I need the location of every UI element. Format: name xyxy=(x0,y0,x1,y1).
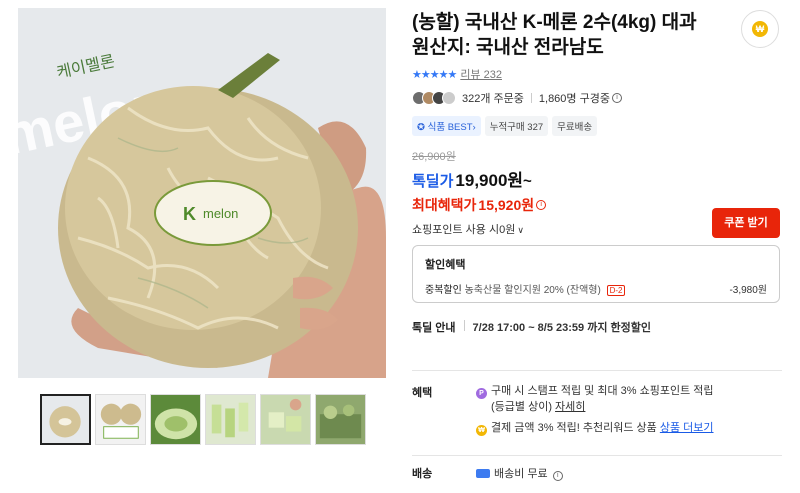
main-product-image[interactable]: 케이멜론 melon K melon xyxy=(18,8,386,378)
deal-info-label: 톡딜 안내 xyxy=(412,322,456,334)
rating-row: ★★★★★ 리뷰 232 xyxy=(412,66,782,82)
discount-row-label: 중복할인 xyxy=(425,285,462,296)
discount-day-badge: D-2 xyxy=(606,285,626,296)
benefit-details-link[interactable]: 자세히 xyxy=(555,401,585,413)
review-count-link[interactable]: 리뷰 232 xyxy=(460,66,502,82)
benefit-points-note: (등급별 상이) xyxy=(491,401,552,413)
thumbnail-4[interactable] xyxy=(205,394,256,445)
deal-price-suffix: ~ xyxy=(523,173,532,190)
deal-info-period: 7/28 17:00 ~ 8/5 23:59 까지 한정할인 xyxy=(472,322,651,334)
thumbnail-3[interactable] xyxy=(150,394,201,445)
deal-price-label: 톡딜가 xyxy=(412,173,454,190)
benefit-line-points-sub: (등급별 상이) 자세히 xyxy=(476,400,776,414)
discount-box: 할인혜택 중복할인 농축산물 할인지원 20% (잔액형) D-2 -3,980… xyxy=(412,245,780,303)
shipping-fee-text: 배송비 무료 xyxy=(494,468,548,480)
thumbnail-2[interactable] xyxy=(95,394,146,445)
info-icon[interactable]: i xyxy=(611,93,622,103)
product-info-panel: (농할) 국내산 K-메론 2수(4kg) 대과 원산지: 국내산 전라남도 ★… xyxy=(412,10,782,335)
max-benefit-price: 15,920원 xyxy=(478,197,535,213)
divider xyxy=(530,93,532,103)
benefit-line-points: P 구매 시 스탬프 적립 및 최대 3% 쇼핑포인트 적립 xyxy=(476,384,776,399)
shipping-value: 배송비 무료 i xyxy=(476,465,563,481)
melon-photo: 케이멜론 melon K melon xyxy=(18,8,386,378)
svg-text:K: K xyxy=(183,204,196,224)
benefit-points-text: 구매 시 스탬프 적립 및 최대 3% 쇼핑포인트 적립 xyxy=(491,385,714,397)
star-rating-icon: ★★★★★ xyxy=(412,68,457,81)
product-title: (농할) 국내산 K-메론 2수(4kg) 대과 xyxy=(412,12,697,33)
discount-row-desc: 농축산물 할인지원 20% (잔액형) xyxy=(464,285,601,296)
buyer-avatars xyxy=(412,91,456,105)
section-divider xyxy=(412,455,782,456)
thumbnail-1[interactable] xyxy=(40,394,91,445)
info-icon[interactable]: i xyxy=(552,471,563,481)
thumbnail-strip xyxy=(40,394,366,445)
chevron-down-icon: ∨ xyxy=(517,225,524,235)
orders-count: 322개 주문중 xyxy=(462,93,524,105)
point-coin-icon: P xyxy=(476,388,487,399)
max-benefit-label: 최대혜택가 xyxy=(412,197,477,213)
section-divider xyxy=(412,370,782,371)
product-tags: ✪ 식품 BEST› 누적구매 327 무료배송 xyxy=(412,116,782,136)
subscribers-count: 1,860명 구경중 xyxy=(538,93,610,105)
deal-price-row: 톡딜가 19,900원 ~ xyxy=(412,166,782,191)
deal-info-row: 톡딜 안내 7/28 17:00 ~ 8/5 23:59 까지 한정할인 xyxy=(412,319,782,335)
shipping-label: 배송 xyxy=(412,468,433,480)
deal-price: 19,900원 xyxy=(455,171,524,190)
avatar xyxy=(442,91,456,105)
tag-cumulative-purchases: 누적구매 327 xyxy=(484,116,549,136)
more-products-link[interactable]: 상품 더보기 xyxy=(660,422,714,434)
product-origin: 원산지: 국내산 전라남도 xyxy=(412,37,604,58)
discount-row-value: -3,980원 xyxy=(729,285,767,296)
max-benefit-info-icon[interactable]: i xyxy=(536,200,547,210)
thumbnail-5[interactable] xyxy=(260,394,311,445)
buyers-row: 322개 주문중 1,860명 구경중 i xyxy=(412,90,782,106)
coupon-button[interactable]: 쿠폰 받기 xyxy=(712,208,780,238)
won-coin-icon: ₩ xyxy=(476,425,487,436)
tag-food-best[interactable]: ✪ 식품 BEST› xyxy=(412,116,481,136)
svg-text:melon: melon xyxy=(203,206,238,221)
discount-row: 중복할인 농축산물 할인지원 20% (잔액형) D-2 -3,980원 xyxy=(425,281,767,296)
won-coin-icon: ₩ xyxy=(752,21,768,37)
truck-icon xyxy=(476,469,490,478)
thumbnail-6[interactable] xyxy=(315,394,366,445)
benefit-reward-text: 결제 금액 3% 적립! 추천리워드 상품 xyxy=(491,422,657,434)
wallet-button[interactable]: ₩ xyxy=(741,10,779,48)
discount-title: 할인혜택 xyxy=(425,259,466,271)
benefits-label: 혜택 xyxy=(412,387,433,399)
original-price: 26,900원 xyxy=(412,151,456,163)
tag-free-shipping: 무료배송 xyxy=(552,116,598,136)
point-usage-text: 쇼핑포인트 사용 시0원 xyxy=(412,224,516,236)
divider xyxy=(463,320,465,331)
benefit-line-reward: ₩ 결제 금액 3% 적립! 추천리워드 상품 상품 더보기 xyxy=(476,421,776,436)
